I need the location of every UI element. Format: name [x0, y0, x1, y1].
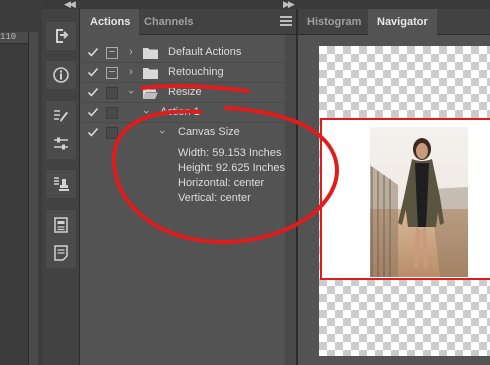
tab-channels[interactable]: Channels [135, 9, 203, 35]
action-set-label: Retouching [168, 66, 224, 78]
chevron-down-icon[interactable]: › [156, 127, 168, 137]
navigator-panel: Histogram Navigator [298, 9, 490, 365]
dialog-toggle-empty[interactable] [106, 87, 118, 99]
action-label: Action 1 [160, 106, 200, 118]
chevron-right-icon[interactable]: › [126, 46, 136, 58]
actions-panel: Actions Channels › Default Actions › Ret… [81, 9, 296, 365]
icon-dock [42, 9, 80, 365]
checkmark-icon[interactable] [87, 126, 99, 138]
chevron-down-icon[interactable]: › [140, 107, 152, 117]
dialog-toggle-icon[interactable] [106, 67, 118, 79]
tab-navigator[interactable]: Navigator [368, 9, 437, 35]
navigator-tabbar: Histogram Navigator [298, 9, 490, 35]
tab-actions[interactable]: Actions [81, 9, 140, 35]
photo-thumbnail [370, 127, 468, 277]
folder-icon [143, 67, 158, 79]
detail-horizontal: Horizontal: center [178, 177, 265, 189]
checkmark-icon[interactable] [87, 46, 99, 58]
action-set-default-actions[interactable]: › Default Actions [81, 43, 285, 63]
action-set-retouching[interactable]: › Retouching [81, 63, 285, 83]
history-brush-icon[interactable] [46, 23, 76, 49]
checkmark-icon[interactable] [87, 66, 99, 78]
action-step-canvas-size[interactable]: › Canvas Size [81, 123, 285, 143]
dock-group-clone [46, 170, 76, 198]
brush-settings-icon[interactable] [46, 103, 76, 129]
step-label: Canvas Size [178, 126, 240, 138]
info-icon[interactable] [46, 62, 76, 88]
tab-histogram[interactable]: Histogram [298, 9, 370, 35]
detail-width: Width: 59.153 Inches [178, 147, 282, 159]
dialog-toggle-empty[interactable] [106, 107, 118, 119]
dock-group-props [46, 210, 76, 268]
clone-source-icon[interactable] [46, 171, 76, 197]
notes-icon[interactable] [46, 240, 76, 266]
photoshop-window: 110 ◀◀ ▶▶ Actions Channels › Default Act… [0, 0, 490, 365]
horizontal-ruler: 110 [0, 32, 28, 44]
canvas-edge: 110 [0, 0, 42, 365]
panel-collapse-bar: ◀◀ ▶▶ [42, 0, 490, 9]
properties-icon[interactable] [46, 212, 76, 238]
folder-icon [143, 47, 158, 59]
panel-menu-icon[interactable] [280, 16, 292, 28]
action-set-label: Default Actions [168, 46, 242, 58]
navigator-view-frame[interactable] [320, 118, 490, 280]
dialog-toggle-empty[interactable] [106, 127, 118, 139]
dialog-toggle-icon[interactable] [106, 47, 118, 59]
dock-group-info [46, 61, 76, 89]
action-set-resize[interactable]: › Resize [81, 83, 285, 103]
checkmark-icon[interactable] [87, 106, 99, 118]
folder-open-icon [143, 87, 158, 99]
chevron-down-icon[interactable]: › [125, 87, 137, 97]
detail-height: Height: 92.625 Inches [178, 162, 286, 174]
action-set-label: Resize [168, 86, 202, 98]
vertical-ruler [28, 32, 38, 365]
dock-group-history [46, 22, 76, 50]
checkmark-icon[interactable] [87, 86, 99, 98]
action-action-1[interactable]: › Action 1 [81, 103, 285, 123]
adjustments-icon[interactable] [46, 131, 76, 157]
detail-vertical: Vertical: center [178, 192, 251, 204]
ruler-value: 110 [0, 32, 17, 42]
actions-tabbar: Actions Channels [81, 9, 296, 35]
chevron-right-icon[interactable]: › [126, 66, 136, 78]
dock-group-tools [46, 101, 76, 159]
actions-scrollbar[interactable] [285, 35, 296, 365]
